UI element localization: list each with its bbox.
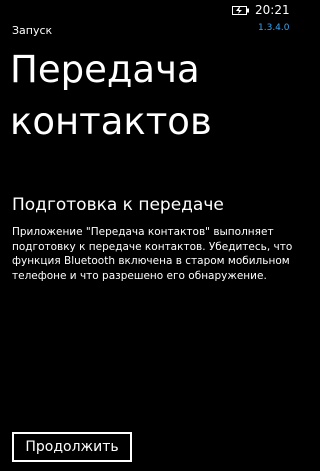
status-clock: 20:21 bbox=[255, 3, 290, 17]
section-title: Подготовка к передаче bbox=[12, 195, 224, 215]
page-title: Передача контактов bbox=[10, 48, 212, 143]
instruction-text: Приложение "Передача контактов" выполняе… bbox=[12, 226, 293, 282]
app-version: 1.3.4.0 bbox=[258, 23, 290, 33]
battery-charging-icon bbox=[232, 6, 250, 15]
continue-button[interactable]: Продолжить bbox=[12, 432, 132, 462]
app-screen: 20:21 1.3.4.0 Запуск Передача контактов … bbox=[0, 0, 300, 471]
app-name-label: Запуск bbox=[12, 24, 53, 37]
status-bar: 20:21 bbox=[0, 0, 300, 20]
